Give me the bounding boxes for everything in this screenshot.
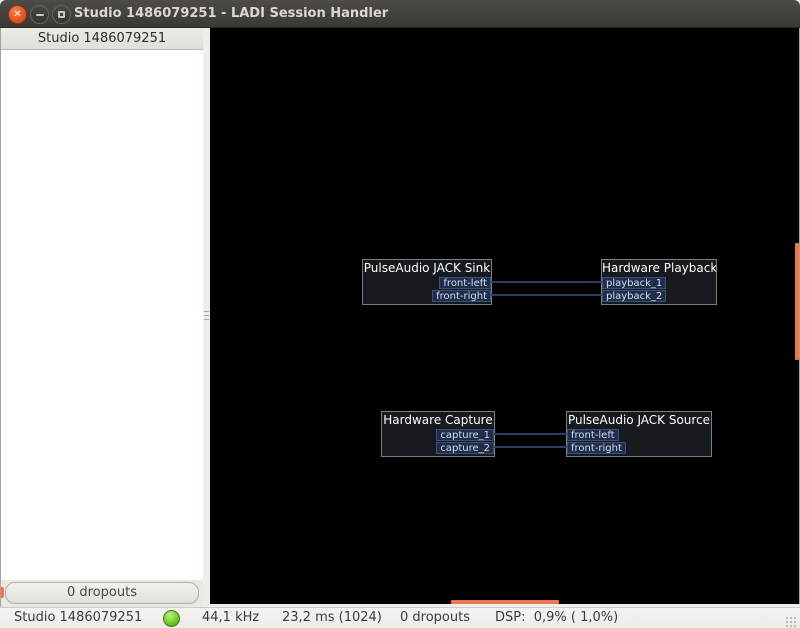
statusbar-sample-rate: 44,1 kHz: [202, 610, 260, 625]
module-title: PulseAudio JACK Sink: [363, 261, 491, 275]
port-playback_2[interactable]: playback_2: [602, 290, 667, 302]
module-title: PulseAudio JACK Source: [567, 413, 711, 427]
titlebar: ✕ Studio 1486079251 - LADI Session Handl…: [0, 0, 800, 28]
window-title: Studio 1486079251 - LADI Session Handler: [74, 6, 389, 21]
sidebar-tab-studio[interactable]: Studio 1486079251: [1, 28, 203, 50]
port-playback_1[interactable]: playback_1: [602, 277, 667, 289]
module-pulseaudio-jack-source[interactable]: PulseAudio JACK Source front-left front-ri…: [566, 411, 712, 457]
minimize-icon: [35, 13, 44, 16]
splitter-grip: [204, 315, 209, 316]
splitter-grip: [204, 319, 209, 320]
module-pulseaudio-jack-sink[interactable]: PulseAudio JACK Sink front-left front-righ…: [362, 259, 492, 305]
connection-wire: [494, 446, 567, 448]
statusbar-studio-name: Studio 1486079251: [14, 610, 143, 625]
dropouts-progress-tick: [1, 587, 4, 598]
window-resize-grip[interactable]: [785, 616, 797, 628]
port-capture_2[interactable]: capture_2: [436, 442, 494, 454]
port-front-right[interactable]: front-right: [567, 442, 626, 454]
maximize-icon: [58, 11, 65, 18]
port-front-right[interactable]: front-right: [432, 290, 491, 302]
module-hardware-playback[interactable]: Hardware Playback playback_1 playback_2: [601, 259, 717, 305]
port-capture_1[interactable]: capture_1: [436, 429, 494, 441]
sidebar-bottom-bar: 0 dropouts: [1, 580, 203, 607]
sidebar-splitter[interactable]: [203, 28, 210, 607]
status-led-icon: [163, 610, 180, 627]
studio-sidebar: Studio 1486079251 0 dropouts: [0, 28, 203, 607]
module-hardware-capture[interactable]: Hardware Capture capture_1 capture_2: [381, 411, 495, 457]
connection-wire: [491, 281, 602, 283]
connection-wire: [491, 294, 602, 296]
maximize-button[interactable]: [52, 5, 71, 24]
module-title: Hardware Playback: [602, 261, 716, 275]
splitter-grip: [204, 311, 209, 312]
minimize-button[interactable]: [30, 5, 49, 24]
module-title: Hardware Capture: [383, 413, 493, 427]
port-front-left[interactable]: front-left: [567, 429, 619, 441]
connection-wire: [494, 433, 567, 435]
port-front-left[interactable]: front-left: [439, 277, 491, 289]
statusbar: Studio 1486079251 44,1 kHz 23,2 ms (1024…: [0, 607, 800, 628]
horizontal-scrollbar-thumb[interactable]: [451, 600, 559, 604]
patchbay-canvas[interactable]: PulseAudio JACK Sink front-left front-righ…: [210, 28, 800, 604]
close-button[interactable]: ✕: [8, 5, 27, 24]
statusbar-dropouts: 0 dropouts: [400, 610, 470, 625]
statusbar-dsp-load: DSP: 0,9% ( 1,0%): [495, 610, 619, 625]
statusbar-latency: 23,2 ms (1024): [282, 610, 382, 625]
dropouts-button[interactable]: 0 dropouts: [5, 582, 199, 604]
vertical-scrollbar-thumb[interactable]: [795, 243, 799, 360]
